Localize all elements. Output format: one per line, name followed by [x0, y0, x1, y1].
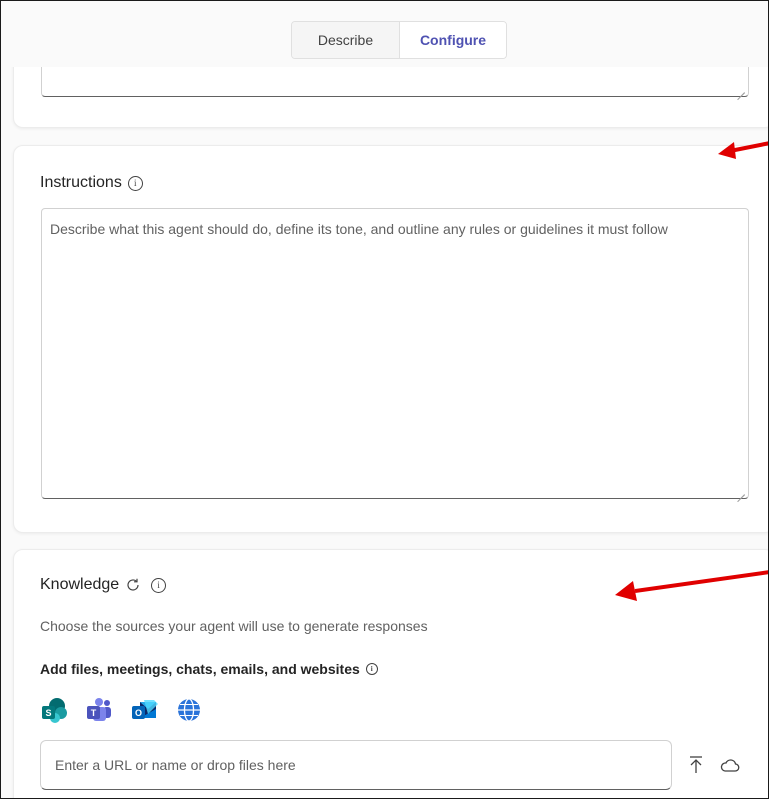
knowledge-title: Knowledge — [40, 576, 120, 593]
instructions-textarea[interactable]: Describe what this agent should do, defi… — [41, 208, 749, 499]
mode-tabs: Describe Configure — [291, 21, 507, 59]
header: Describe Configure — [1, 1, 768, 67]
info-icon[interactable]: i — [127, 175, 143, 191]
knowledge-url-input[interactable]: Enter a URL or name or drop files here — [40, 740, 672, 790]
instructions-card: Instructions i Describe what this agent … — [13, 145, 768, 533]
instructions-title: Instructions — [40, 174, 122, 191]
cloud-icon[interactable] — [720, 756, 740, 774]
sharepoint-icon[interactable]: S — [40, 696, 68, 724]
tab-describe[interactable]: Describe — [292, 22, 400, 58]
svg-text:T: T — [91, 708, 97, 718]
refresh-icon[interactable] — [125, 577, 141, 593]
app-frame: Describe Configure Instructions i Descri… — [0, 0, 769, 799]
instructions-heading: Instructions i — [40, 174, 143, 192]
svg-text:S: S — [45, 708, 51, 718]
instructions-placeholder: Describe what this agent should do, defi… — [50, 221, 668, 237]
add-sources-label: Add files, meetings, chats, emails, and … — [40, 661, 378, 677]
knowledge-heading: Knowledge i — [40, 576, 167, 594]
upload-icon[interactable] — [687, 755, 705, 775]
annotation-arrow-icon — [718, 141, 768, 159]
resize-handle[interactable] — [737, 487, 745, 495]
teams-icon[interactable]: T — [85, 696, 113, 724]
source-icons: S T O — [40, 696, 203, 724]
info-icon[interactable]: i — [365, 663, 378, 675]
resize-handle[interactable] — [737, 85, 745, 93]
knowledge-description: Choose the sources your agent will use t… — [40, 618, 428, 634]
annotation-arrow-icon — [615, 570, 768, 601]
outlook-icon[interactable]: O — [130, 696, 158, 724]
web-icon[interactable] — [175, 696, 203, 724]
knowledge-url-placeholder: Enter a URL or name or drop files here — [55, 757, 296, 773]
info-icon[interactable]: i — [151, 577, 167, 593]
add-sources-text: Add files, meetings, chats, emails, and … — [40, 661, 360, 677]
tab-configure[interactable]: Configure — [400, 22, 506, 58]
svg-text:O: O — [135, 708, 142, 718]
